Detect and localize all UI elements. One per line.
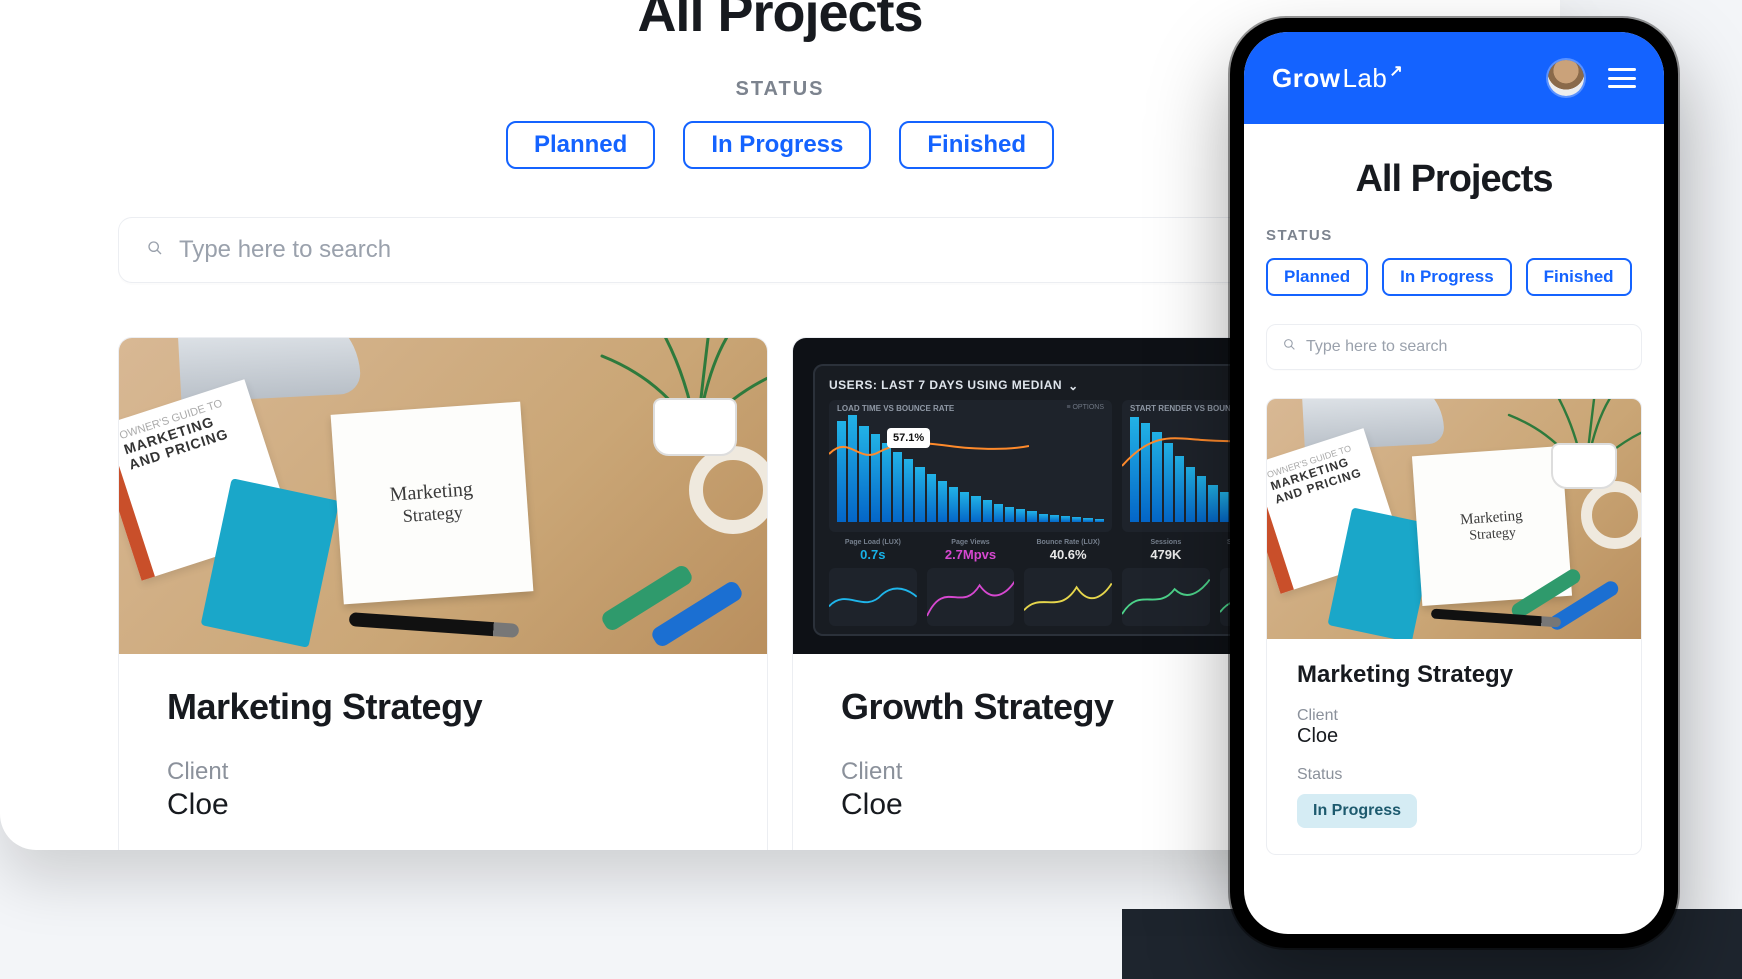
- project-card-marketing[interactable]: OWNER'S GUIDE TO MARKETING AND PRICING M…: [118, 337, 768, 850]
- brand-logo: GrowLab↗: [1272, 63, 1403, 94]
- kpi-value: 0.7s: [860, 547, 885, 562]
- thumb-paper-line2: Strategy: [402, 502, 463, 527]
- mobile-client-value: Cloe: [1297, 725, 1611, 748]
- search-input[interactable]: [179, 236, 1413, 264]
- mobile-search-input[interactable]: [1306, 338, 1625, 356]
- mobile-status-label: STATUS: [1266, 227, 1642, 244]
- project-title: Marketing Strategy: [167, 686, 719, 728]
- phone-screen: GrowLab↗ All Projects STATUS Planned In …: [1244, 32, 1664, 934]
- filter-finished[interactable]: Finished: [899, 121, 1054, 169]
- avatar[interactable]: [1548, 60, 1584, 96]
- kpi-label: Page Views: [927, 539, 1015, 546]
- phone-device: GrowLab↗ All Projects STATUS Planned In …: [1230, 18, 1678, 948]
- mobile-project-thumbnail: OWNER'S GUIDE TO MARKETING AND PRICING M…: [1267, 399, 1641, 639]
- mobile-filter-finished[interactable]: Finished: [1526, 258, 1632, 296]
- mobile-page-title: All Projects: [1266, 158, 1642, 201]
- search-icon: [1283, 338, 1296, 356]
- brand-word-1: Grow: [1272, 63, 1340, 94]
- kpi-label: Sessions: [1122, 539, 1210, 546]
- mobile-status-field-label: Status: [1297, 766, 1611, 784]
- dash-header: USERS: LAST 7 DAYS USING MEDIAN: [829, 378, 1062, 392]
- mobile-project-title: Marketing Strategy: [1297, 661, 1611, 689]
- dash-chart-1: LOAD TIME VS BOUNCE RATE ≡ OPTIONS 57.1%: [829, 400, 1112, 532]
- arrow-up-right-icon: ↗: [1389, 61, 1403, 81]
- search-icon: [147, 240, 163, 261]
- mobile-filter-planned[interactable]: Planned: [1266, 258, 1368, 296]
- mobile-status-badge: In Progress: [1297, 794, 1417, 828]
- menu-icon[interactable]: [1608, 68, 1636, 88]
- filter-planned[interactable]: Planned: [506, 121, 655, 169]
- mobile-filter-group: Planned In Progress Finished: [1266, 258, 1642, 296]
- dash-options: ≡ OPTIONS: [1066, 404, 1104, 411]
- mobile-filter-in-progress[interactable]: In Progress: [1382, 258, 1512, 296]
- kpi-value: 479K: [1150, 547, 1181, 562]
- mobile-header: GrowLab↗: [1244, 32, 1664, 124]
- mobile-project-card[interactable]: OWNER'S GUIDE TO MARKETING AND PRICING M…: [1266, 398, 1642, 855]
- kpi-value: 40.6%: [1050, 547, 1087, 562]
- mobile-search-bar[interactable]: [1266, 324, 1642, 370]
- client-label: Client: [167, 758, 719, 786]
- kpi-label: Page Load (LUX): [829, 539, 917, 546]
- kpi-label: Bounce Rate (LUX): [1024, 539, 1112, 546]
- mobile-client-label: Client: [1297, 707, 1611, 725]
- kpi-value: 2.7Mpvs: [945, 547, 996, 562]
- dash-badge: 57.1%: [887, 428, 930, 448]
- brand-word-2: Lab: [1342, 63, 1387, 94]
- client-value: Cloe: [167, 788, 719, 822]
- chevron-down-icon: ⌄: [1068, 379, 1079, 393]
- thumb-paper-line2: Strategy: [1469, 525, 1517, 544]
- filter-in-progress[interactable]: In Progress: [683, 121, 871, 169]
- project-thumbnail: OWNER'S GUIDE TO MARKETING AND PRICING M…: [119, 338, 767, 654]
